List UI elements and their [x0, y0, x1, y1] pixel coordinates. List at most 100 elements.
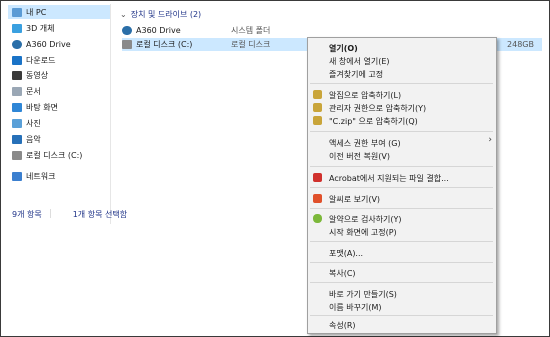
a360-drive-icon — [122, 26, 132, 35]
menu-item-label: 알씨로 보기(V) — [329, 194, 381, 204]
pc-icon — [12, 7, 22, 17]
menu-item-alzip-compress[interactable]: 알집으로 압축하기(L) — [329, 89, 401, 101]
local-disk-icon — [122, 40, 132, 49]
sidebar-item-videos[interactable]: 동영상 — [12, 68, 107, 82]
menu-item-label: 이전 버전 복원(V) — [329, 151, 390, 161]
sidebar-item-label: 문서 — [26, 86, 41, 96]
item-name: A360 Drive — [136, 26, 181, 35]
menu-separator — [310, 282, 493, 283]
menu-item-label: 알집으로 압축하기(L) — [329, 90, 402, 100]
sidebar-item-downloads[interactable]: 다운로드 — [12, 53, 107, 67]
3d-objects-icon — [12, 23, 22, 33]
status-item-count: 9개 항목 — [12, 210, 42, 219]
menu-item-pin-quick-access[interactable]: 즐겨찾기에 고정 — [329, 68, 383, 80]
menu-separator — [310, 83, 493, 84]
sidebar-item-local-disk[interactable]: 로컬 디스크 (C:) — [12, 148, 107, 162]
menu-item-compress-zip[interactable]: "C.zip" 으로 압축하기(Q) — [329, 115, 418, 127]
video-icon — [12, 70, 22, 80]
menu-item-create-shortcut[interactable]: 바로 가기 만들기(S) — [329, 288, 397, 300]
status-bar: 9개 항목 1개 항목 선택함 — [12, 209, 149, 220]
menu-separator — [310, 166, 493, 167]
menu-item-alyac-scan[interactable]: 알약으로 검사하기(Y) — [329, 213, 402, 225]
status-selected-count: 1개 항목 선택함 — [72, 210, 128, 219]
sidebar-item-label: 내 PC — [26, 7, 47, 17]
menu-item-label: 복사(C) — [329, 268, 356, 278]
menu-item-restore-previous[interactable]: 이전 버전 복원(V) — [329, 150, 390, 162]
menu-item-label: 바로 가기 만들기(S) — [329, 289, 397, 299]
sidebar-item-documents[interactable]: 문서 — [12, 84, 107, 98]
group-header-devices-and-drives[interactable]: ⌄ 장치 및 드라이브 (2) — [120, 9, 201, 20]
menu-item-label: 새 창에서 열기(E) — [329, 56, 390, 66]
sidebar-item-label: 사진 — [26, 118, 41, 128]
menu-item-label: 시작 화면에 고정(P) — [329, 227, 397, 237]
context-menu: 열기(O) 새 창에서 열기(E) 즐겨찾기에 고정 알집으로 압축하기(L) … — [307, 37, 497, 334]
menu-item-label: 열기(O) — [329, 43, 358, 53]
chevron-right-icon: › — [488, 135, 492, 145]
menu-separator — [310, 315, 493, 316]
menu-separator — [310, 208, 493, 209]
menu-separator — [310, 241, 493, 242]
menu-item-label: 액세스 권한 부여 (G) — [329, 138, 401, 148]
alzip-zip-icon — [313, 116, 322, 125]
sidebar-item-label: 네트워크 — [26, 171, 56, 181]
menu-item-label: 속성(R) — [329, 320, 356, 330]
sidebar-item-a360-drive[interactable]: A360 Drive — [12, 37, 107, 51]
menu-separator — [310, 187, 493, 188]
menu-item-pin-start[interactable]: 시작 화면에 고정(P) — [329, 226, 397, 238]
menu-item-label: 즐겨찾기에 고정 — [329, 69, 384, 79]
item-name: 로컬 디스크 (C:) — [136, 40, 193, 49]
menu-item-alsee-view[interactable]: 알씨로 보기(V) — [329, 193, 380, 205]
sidebar-item-label: 로컬 디스크 (C:) — [26, 150, 83, 160]
alyac-icon — [313, 214, 322, 223]
menu-item-rename[interactable]: 이름 바꾸기(M) — [329, 301, 382, 313]
menu-item-format[interactable]: 포맷(A)... — [329, 247, 363, 259]
menu-item-label: 관리자 권한으로 압축하기(Y) — [329, 103, 427, 113]
alzip-admin-icon — [313, 103, 322, 112]
group-header-label: 장치 및 드라이브 (2) — [130, 10, 202, 19]
menu-item-label: "C.zip" 으로 압축하기(Q) — [329, 116, 418, 126]
menu-item-label: 포맷(A)... — [329, 248, 364, 258]
pictures-icon — [12, 118, 22, 128]
pane-divider[interactable] — [110, 4, 111, 224]
sidebar-item-music[interactable]: 음악 — [12, 132, 107, 146]
acrobat-icon — [313, 173, 322, 182]
status-divider — [49, 209, 51, 218]
menu-item-acrobat-combine[interactable]: Acrobat에서 지원되는 파일 결합... — [329, 172, 449, 184]
sidebar-item-label: 바탕 화면 — [26, 102, 58, 112]
document-icon — [12, 86, 22, 96]
menu-item-label: 이름 바꾸기(M) — [329, 302, 382, 312]
chevron-down-icon[interactable]: ⌄ — [120, 10, 127, 19]
network-icon — [12, 171, 22, 181]
menu-item-open-new-window[interactable]: 새 창에서 열기(E) — [329, 55, 390, 67]
sidebar-item-label: A360 Drive — [26, 39, 71, 49]
menu-item-label: Acrobat에서 지원되는 파일 결합... — [329, 173, 449, 183]
a360-drive-icon — [12, 39, 22, 49]
alsee-icon — [313, 194, 322, 203]
sidebar-item-label: 다운로드 — [26, 55, 56, 65]
item-size: 248GB — [507, 40, 534, 49]
navigation-pane: 내 PC 3D 개체 A360 Drive 다운로드 동영상 문서 바탕 화면 — [4, 4, 110, 204]
sidebar-item-network[interactable]: 네트워크 — [12, 169, 107, 183]
alzip-icon — [313, 90, 322, 99]
sidebar-item-3d-objects[interactable]: 3D 개체 — [12, 21, 107, 35]
sidebar-item-label: 음악 — [26, 134, 41, 144]
sidebar-item-desktop[interactable]: 바탕 화면 — [12, 100, 107, 114]
menu-item-label: 알약으로 검사하기(Y) — [329, 214, 402, 224]
desktop-icon — [12, 102, 22, 112]
menu-item-properties[interactable]: 속성(R) — [329, 319, 356, 331]
menu-item-copy[interactable]: 복사(C) — [329, 267, 356, 279]
sidebar-item-pictures[interactable]: 사진 — [12, 116, 107, 130]
menu-item-give-access[interactable]: 액세스 권한 부여 (G) — [329, 137, 489, 149]
menu-item-alzip-admin[interactable]: 관리자 권한으로 압축하기(Y) — [329, 102, 426, 114]
download-icon — [12, 55, 22, 65]
item-type: 시스템 폴더 — [231, 26, 271, 35]
drive-item-a360[interactable]: A360 Drive 시스템 폴더 — [122, 24, 542, 37]
menu-item-open[interactable]: 열기(O) — [329, 42, 358, 54]
sidebar-item-label: 3D 개체 — [26, 23, 55, 33]
sidebar-item-this-pc[interactable]: 내 PC — [8, 5, 110, 19]
menu-separator — [310, 262, 493, 263]
local-disk-icon — [12, 150, 22, 160]
menu-separator — [310, 131, 493, 132]
sidebar-item-label: 동영상 — [26, 70, 49, 80]
music-icon — [12, 134, 22, 144]
